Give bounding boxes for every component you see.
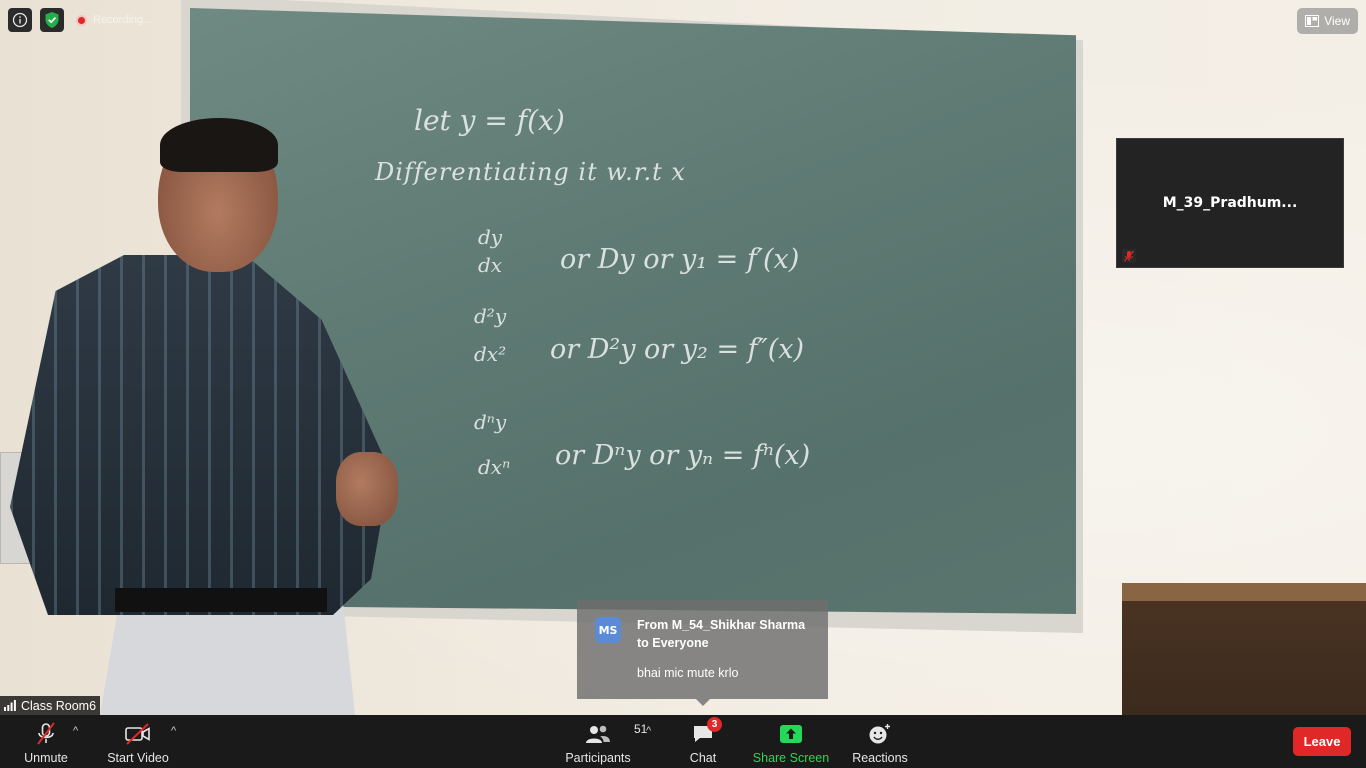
reactions-button[interactable]: Reactions: [852, 715, 908, 768]
smiley-add-icon: [869, 724, 890, 744]
participant-tile[interactable]: M_39_Pradhum...: [1116, 138, 1344, 268]
tile-mute-indicator: [1122, 249, 1136, 263]
board-frac-3-den: dxⁿ: [478, 455, 511, 479]
board-frac-1-num: dy: [478, 225, 503, 249]
chat-to-line: to Everyone: [637, 636, 709, 650]
board-line-5: or Dⁿy or yₙ = fⁿ(x): [555, 440, 811, 471]
chat-unread-badge: 3: [707, 717, 722, 732]
reactions-label: Reactions: [852, 751, 908, 765]
board-line-4: or D²y or y₂ = f″(x): [550, 334, 805, 365]
chat-button[interactable]: 3 Chat: [686, 715, 722, 768]
security-button[interactable]: [40, 8, 64, 32]
participants-icon: [586, 725, 610, 743]
board-line-1: let y = f(x): [414, 104, 565, 137]
leave-button[interactable]: Leave: [1293, 727, 1351, 756]
unmute-button[interactable]: Unmute: [20, 715, 72, 768]
board-line-2: Differentiating it w.r.t x: [375, 158, 686, 186]
board-frac-2-num: d²y: [474, 304, 507, 328]
desk-top: [1122, 583, 1366, 601]
chat-icon-wrap: 3: [692, 717, 722, 746]
chat-notification[interactable]: MS From M_54_Shikhar Sharma to Everyone …: [577, 600, 828, 706]
reactions-icon-wrap: [868, 722, 892, 746]
share-screen-label: Share Screen: [752, 751, 830, 765]
view-button[interactable]: View: [1297, 8, 1358, 34]
view-grid-icon: [1305, 15, 1320, 27]
info-icon: [12, 12, 28, 28]
chat-message: bhai mic mute krlo: [637, 666, 739, 680]
desk: [1122, 583, 1366, 715]
unmute-icon-wrap: [34, 722, 58, 746]
chat-from-line: From M_54_Shikhar Sharma: [637, 618, 806, 632]
mic-muted-icon: [1124, 250, 1134, 262]
board-line-3: or Dy or y₁ = f′(x): [560, 244, 800, 275]
share-icon-wrap: [779, 722, 803, 746]
speaker-name: Class Room6: [21, 698, 97, 713]
sender-avatar: MS: [595, 617, 621, 643]
video-icon-wrap: [124, 722, 152, 746]
audio-options-caret[interactable]: ^: [73, 725, 78, 737]
chat-sender-info: From M_54_Shikhar Sharma to Everyone: [637, 616, 805, 652]
participants-icon-wrap: 51: [585, 722, 647, 746]
board-frac-1-den: dx: [478, 253, 503, 277]
recording-label: Recording...: [93, 14, 153, 26]
meeting-info-button[interactable]: [8, 8, 32, 32]
participants-button[interactable]: 51 Participants: [565, 715, 647, 768]
start-video-label: Start Video: [107, 751, 169, 765]
speaker-hair: [160, 118, 278, 172]
participants-label: Participants: [565, 751, 631, 765]
start-video-button[interactable]: Start Video: [106, 715, 170, 768]
meeting-toolbar: Unmute ^ Start Video ^ 51 Participants ^: [0, 715, 1366, 768]
unmute-label: Unmute: [24, 751, 68, 765]
speaker-belt: [115, 588, 327, 612]
participants-options-caret[interactable]: ^: [646, 725, 651, 737]
chat-label: Chat: [689, 751, 717, 765]
video-off-icon: [125, 723, 150, 745]
recording-indicator[interactable]: Recording...: [76, 11, 152, 29]
board-frac-3-num: dⁿy: [474, 410, 507, 434]
speaker-name-label: Class Room6: [0, 696, 101, 715]
mic-muted-icon: [37, 722, 55, 745]
video-options-caret[interactable]: ^: [171, 725, 176, 737]
view-label: View: [1324, 14, 1350, 28]
share-screen-button[interactable]: Share Screen: [752, 715, 830, 768]
record-dot-icon: [76, 14, 87, 26]
board-frac-2-den: dx²: [474, 342, 507, 366]
signal-strength-icon: [4, 700, 16, 711]
speaker-hand: [336, 452, 398, 526]
share-screen-icon: [780, 725, 802, 743]
shield-check-icon: [45, 12, 59, 28]
participant-name: M_39_Pradhum...: [1162, 195, 1298, 211]
